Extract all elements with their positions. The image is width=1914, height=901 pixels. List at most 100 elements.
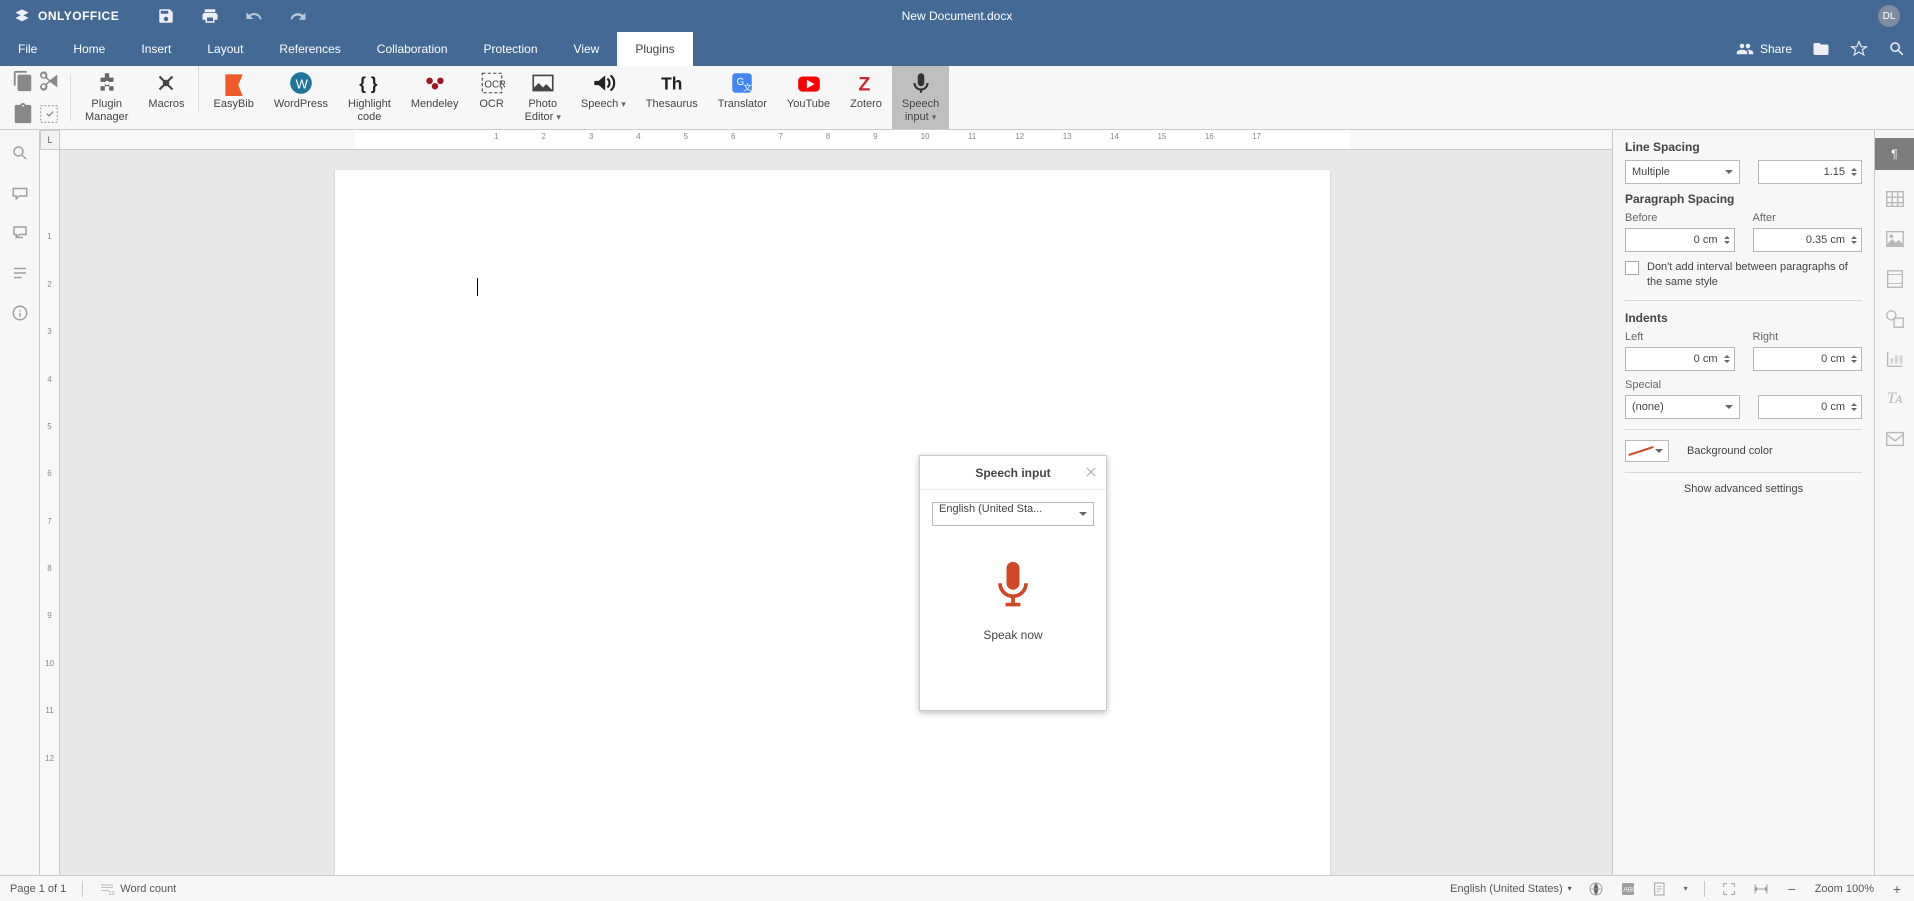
tab-insert[interactable]: Insert bbox=[123, 32, 189, 66]
language-select[interactable]: English (United Sta... bbox=[932, 502, 1094, 526]
plugin-photo[interactable]: PhotoEditor ▾ bbox=[515, 66, 571, 129]
cut-icon[interactable] bbox=[38, 70, 60, 92]
select-all-icon[interactable] bbox=[38, 103, 60, 125]
share-button[interactable]: Share bbox=[1736, 40, 1792, 58]
tab-file[interactable]: File bbox=[0, 32, 55, 66]
no-interval-checkbox[interactable] bbox=[1625, 261, 1639, 275]
print-icon[interactable] bbox=[201, 7, 219, 25]
image-settings-icon[interactable] bbox=[1884, 228, 1906, 250]
background-color-label: Background color bbox=[1687, 445, 1773, 457]
tab-references[interactable]: References bbox=[261, 32, 358, 66]
clipboard-group bbox=[6, 66, 66, 129]
main-area: L 1234567891011121314151617 123456789101… bbox=[0, 130, 1914, 875]
tab-layout[interactable]: Layout bbox=[189, 32, 261, 66]
table-settings-icon[interactable] bbox=[1884, 188, 1906, 210]
plugin-highlight[interactable]: { }Highlightcode bbox=[338, 66, 401, 129]
special-indent-value[interactable]: 0 cm bbox=[1758, 395, 1862, 419]
redo-icon[interactable] bbox=[289, 7, 307, 25]
dialog-header: Speech input bbox=[920, 456, 1106, 490]
plugin-easybib[interactable]: EasyBib bbox=[203, 66, 263, 129]
line-spacing-mode[interactable]: Multiple bbox=[1625, 160, 1740, 184]
plugin-speechinput[interactable]: Speechinput ▾ bbox=[892, 66, 949, 129]
plugin-mendeley[interactable]: Mendeley bbox=[401, 66, 469, 129]
vertical-ruler[interactable]: 123456789101112 bbox=[40, 150, 60, 875]
favorite-icon[interactable] bbox=[1850, 40, 1868, 58]
svg-text:文: 文 bbox=[743, 82, 752, 93]
plugin-youtube[interactable]: YouTube bbox=[777, 66, 840, 129]
tab-protection[interactable]: Protection bbox=[466, 32, 556, 66]
textart-settings-icon[interactable]: Tᴀ bbox=[1884, 388, 1906, 410]
plugin-thesaurus[interactable]: ThThesaurus bbox=[636, 66, 708, 129]
plugin-speech[interactable]: Speech ▾ bbox=[571, 66, 636, 129]
shape-settings-icon[interactable] bbox=[1884, 308, 1906, 330]
line-spacing-value[interactable]: 1.15 bbox=[1758, 160, 1862, 184]
paragraph-settings-icon[interactable]: ¶ bbox=[1875, 138, 1914, 170]
plugin-ocr[interactable]: OCROCR bbox=[469, 66, 515, 129]
navigation-icon[interactable] bbox=[11, 264, 29, 282]
set-language-icon[interactable] bbox=[1588, 881, 1604, 897]
svg-text:123: 123 bbox=[109, 891, 116, 897]
menubar-right: Share bbox=[1736, 32, 1906, 66]
line-spacing-title: Line Spacing bbox=[1625, 140, 1862, 154]
plugin-plugin-manager[interactable]: PluginManager bbox=[75, 66, 138, 129]
indent-right-label: Right bbox=[1753, 331, 1863, 343]
user-avatar[interactable]: DL bbox=[1878, 5, 1900, 27]
spacing-after[interactable]: 0.35 cm bbox=[1753, 228, 1863, 252]
fit-width-icon[interactable] bbox=[1753, 881, 1769, 897]
wordcount-icon: 123 bbox=[99, 881, 115, 897]
svg-text:ABC: ABC bbox=[1623, 886, 1636, 893]
search-icon[interactable] bbox=[1888, 40, 1906, 58]
spacing-before[interactable]: 0 cm bbox=[1625, 228, 1735, 252]
svg-text:OCR: OCR bbox=[484, 79, 505, 90]
paste-icon[interactable] bbox=[12, 103, 34, 125]
speak-now-label: Speak now bbox=[983, 628, 1042, 642]
chat-icon[interactable] bbox=[11, 224, 29, 242]
plugin-macros[interactable]: Macros bbox=[138, 66, 194, 129]
speech-input-dialog: Speech input English (United Sta... Spea… bbox=[919, 455, 1107, 711]
special-indent-mode[interactable]: (none) bbox=[1625, 395, 1740, 419]
text-cursor bbox=[477, 278, 478, 296]
indent-right[interactable]: 0 cm bbox=[1753, 347, 1863, 371]
zoom-in-button[interactable]: + bbox=[1890, 882, 1904, 896]
plugin-zotero[interactable]: ZZotero bbox=[840, 66, 892, 129]
doc-language-button[interactable]: English (United States) ▾ bbox=[1450, 883, 1572, 895]
zoom-out-button[interactable]: − bbox=[1785, 882, 1799, 896]
indent-left[interactable]: 0 cm bbox=[1625, 347, 1735, 371]
undo-icon[interactable] bbox=[245, 7, 263, 25]
document-title: New Document.docx bbox=[902, 9, 1013, 23]
background-color-button[interactable] bbox=[1625, 440, 1669, 462]
left-tool-rail bbox=[0, 130, 40, 875]
copy-icon[interactable] bbox=[12, 70, 34, 92]
microphone-icon[interactable] bbox=[989, 560, 1037, 612]
tab-plugins[interactable]: Plugins bbox=[617, 32, 692, 66]
find-icon[interactable] bbox=[11, 144, 29, 162]
advanced-settings-link[interactable]: Show advanced settings bbox=[1625, 483, 1862, 495]
ruler-corner[interactable]: L bbox=[40, 130, 60, 150]
save-icon[interactable] bbox=[157, 7, 175, 25]
fit-page-icon[interactable] bbox=[1721, 881, 1737, 897]
zoom-label[interactable]: Zoom 100% bbox=[1815, 883, 1874, 895]
comments-icon[interactable] bbox=[11, 184, 29, 202]
header-footer-icon[interactable] bbox=[1884, 268, 1906, 290]
page-info[interactable]: Page 1 of 1 bbox=[10, 883, 66, 895]
open-location-icon[interactable] bbox=[1812, 40, 1830, 58]
plugin-translator[interactable]: G文Translator bbox=[708, 66, 777, 129]
indents-title: Indents bbox=[1625, 311, 1862, 325]
plugin-wordpress[interactable]: WWordPress bbox=[264, 66, 338, 129]
chart-settings-icon[interactable] bbox=[1884, 348, 1906, 370]
spellcheck-icon[interactable]: ABC bbox=[1620, 881, 1636, 897]
close-icon[interactable] bbox=[1084, 465, 1098, 479]
app-name: ONLYOFFICE bbox=[38, 9, 119, 23]
mailmerge-settings-icon[interactable] bbox=[1884, 428, 1906, 450]
tab-home[interactable]: Home bbox=[55, 32, 123, 66]
special-label: Special bbox=[1625, 379, 1862, 391]
feedback-icon[interactable] bbox=[11, 304, 29, 322]
tab-view[interactable]: View bbox=[556, 32, 618, 66]
word-count-button[interactable]: 123 Word count bbox=[99, 881, 176, 897]
tab-collaboration[interactable]: Collaboration bbox=[359, 32, 466, 66]
track-changes-icon[interactable] bbox=[1652, 881, 1668, 897]
quick-access-toolbar bbox=[157, 7, 307, 25]
svg-text:{ }: { } bbox=[360, 74, 379, 94]
document-page[interactable] bbox=[335, 170, 1330, 875]
horizontal-ruler[interactable]: 1234567891011121314151617 bbox=[60, 130, 1612, 150]
